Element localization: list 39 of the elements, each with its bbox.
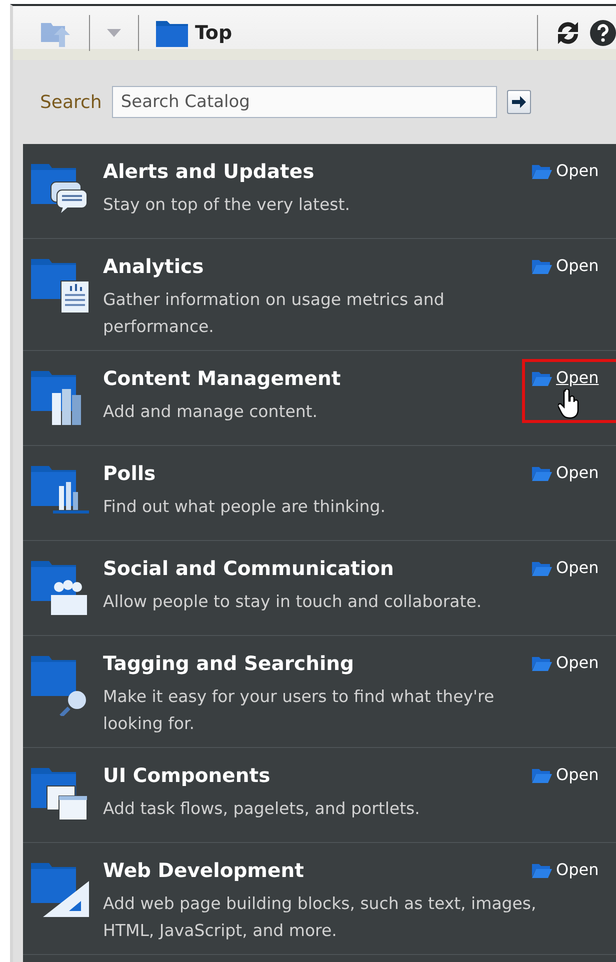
item-description: Add web page building blocks, such as text, images, HTML, JavaScript, and more. — [103, 893, 536, 942]
folder-icon — [532, 258, 552, 274]
open-link[interactable]: Open — [532, 161, 599, 180]
item-title: Polls — [103, 461, 156, 487]
open-link[interactable]: Open — [532, 860, 599, 879]
item-title: Content Management — [103, 366, 341, 392]
item-title: Analytics — [103, 254, 204, 280]
item-description: Make it easy for your users to find what they're looking for. — [103, 686, 494, 735]
item-title: Tagging and Searching — [103, 651, 354, 677]
folder-icon — [532, 560, 552, 576]
open-link[interactable]: Open — [532, 765, 599, 784]
location-label: Top — [195, 22, 232, 44]
item-title: Social and Communication — [103, 556, 394, 582]
item-description: Gather information on usage metrics and performance. — [103, 289, 444, 338]
folder-icon — [532, 370, 552, 386]
go-button[interactable] — [506, 90, 531, 114]
open-link[interactable]: Open — [532, 368, 599, 387]
arrow-icon — [510, 95, 527, 109]
open-link[interactable]: Open — [532, 463, 599, 482]
folder-icon — [155, 18, 189, 48]
item-description: Find out what people are thinking. — [103, 496, 386, 518]
item-description: Add and manage content. — [103, 401, 318, 423]
item-title: Web Development — [103, 858, 304, 884]
item-title: UI Components — [103, 763, 270, 789]
folder-icon — [532, 464, 552, 480]
folder-icon — [532, 766, 552, 782]
open-link[interactable]: Open — [532, 256, 599, 275]
open-link[interactable]: Open — [532, 558, 599, 577]
item-description: Stay on top of the very latest. — [103, 194, 350, 216]
folder-icon — [532, 162, 552, 178]
item-title: Alerts and Updates — [103, 159, 314, 185]
open-link[interactable]: Open — [532, 653, 599, 672]
folder-icon — [532, 862, 552, 878]
item-description: Allow people to stay in touch and collaborate. — [103, 591, 482, 613]
search-label: Search — [40, 92, 102, 112]
search-field[interactable]: Search Catalog — [112, 86, 497, 118]
help-icon[interactable] — [590, 20, 616, 46]
folder-icon — [532, 654, 552, 670]
item-description: Add task flows, pagelets, and portlets. — [103, 798, 420, 820]
